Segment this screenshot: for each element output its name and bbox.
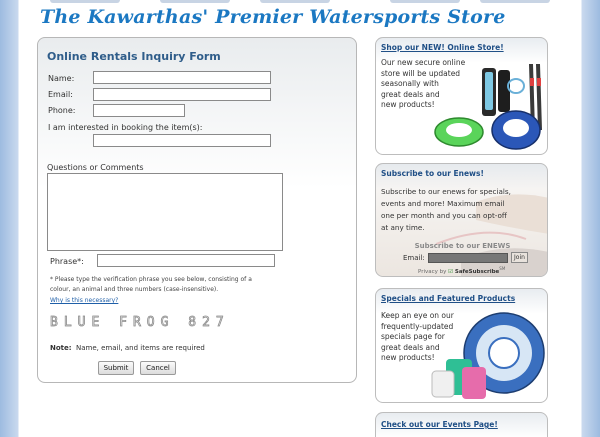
safesubscribe-logo[interactable]: SafeSubscribe (455, 269, 499, 275)
phone-field[interactable] (93, 104, 185, 117)
name-label: Name: (48, 74, 75, 83)
watersports-gear-image (434, 63, 542, 150)
phrase-field[interactable] (97, 254, 275, 267)
events-link[interactable]: Check out our Events Page! (381, 420, 498, 429)
form-title: Online Rentals Inquiry Form (47, 50, 221, 63)
note-label: Note: (50, 344, 72, 352)
phrase-label: Phrase*: (50, 257, 84, 266)
nav-tab[interactable] (260, 0, 330, 3)
text-line: at any time. (381, 223, 425, 232)
enews-box: Subscribe to our Enews! Subscribe to our… (375, 163, 548, 277)
privacy-label: Privacy by (418, 268, 447, 275)
captcha-image: BLUE FROG 827 (50, 315, 230, 331)
enews-widget-title: Subscribe to our ENEWS (414, 242, 511, 250)
enews-title: Subscribe to our Enews! (381, 169, 484, 178)
cancel-button[interactable]: Cancel (140, 361, 176, 375)
enews-email-field[interactable] (428, 253, 508, 263)
phone-label: Phone: (48, 106, 76, 115)
phrase-note: colour, an animal and three numbers (cas… (50, 286, 219, 293)
email-field[interactable] (93, 88, 271, 101)
specials-products-image (431, 312, 545, 399)
nav-tab[interactable] (160, 0, 230, 3)
note-text: Name, email, and items are required (76, 344, 205, 352)
email-label: Email: (48, 90, 73, 99)
required-note: Note: Name, email, and items are require… (50, 344, 205, 352)
enews-email-label: Email: (403, 254, 425, 262)
nav-tab[interactable] (390, 0, 460, 3)
nav-tab[interactable] (480, 0, 550, 3)
sm-mark: SM (499, 266, 506, 271)
why-necessary-link[interactable]: Why is this necessary? (50, 297, 118, 304)
online-store-box: Shop our NEW! Online Store! Our new secu… (375, 37, 548, 155)
text-line: events and more! Maximum email (381, 199, 505, 208)
comments-label: Questions or Comments (47, 163, 144, 172)
items-label: I am interested in booking the item(s): (48, 123, 203, 132)
phrase-note: * Please type the verification phrase yo… (50, 276, 252, 283)
specials-link[interactable]: Specials and Featured Products (381, 294, 515, 303)
enews-text: Subscribe to our enews for specials, eve… (381, 186, 511, 234)
privacy-line: Privacy by ☑ SafeSubscribeSM (418, 266, 505, 275)
items-field[interactable] (93, 134, 271, 147)
join-button[interactable]: Join (511, 252, 528, 263)
comments-textarea[interactable] (47, 173, 283, 251)
specials-box: Specials and Featured Products Keep an e… (375, 288, 548, 403)
submit-button[interactable]: Submit (98, 361, 134, 375)
top-nav-strip (40, 0, 560, 3)
site-banner: The Kawarthas' Premier Watersports Store (40, 6, 506, 28)
name-field[interactable] (93, 71, 271, 84)
rentals-inquiry-form: Online Rentals Inquiry Form Name: Email:… (37, 37, 357, 383)
nav-tab[interactable] (50, 0, 120, 3)
text-line: Subscribe to our enews for specials, (381, 187, 511, 196)
online-store-link[interactable]: Shop our NEW! Online Store! (381, 43, 504, 52)
events-box: Check out our Events Page! (375, 412, 548, 437)
text-line: one per month and you can opt-off (381, 211, 507, 220)
checkmark-icon: ☑ (448, 268, 454, 275)
